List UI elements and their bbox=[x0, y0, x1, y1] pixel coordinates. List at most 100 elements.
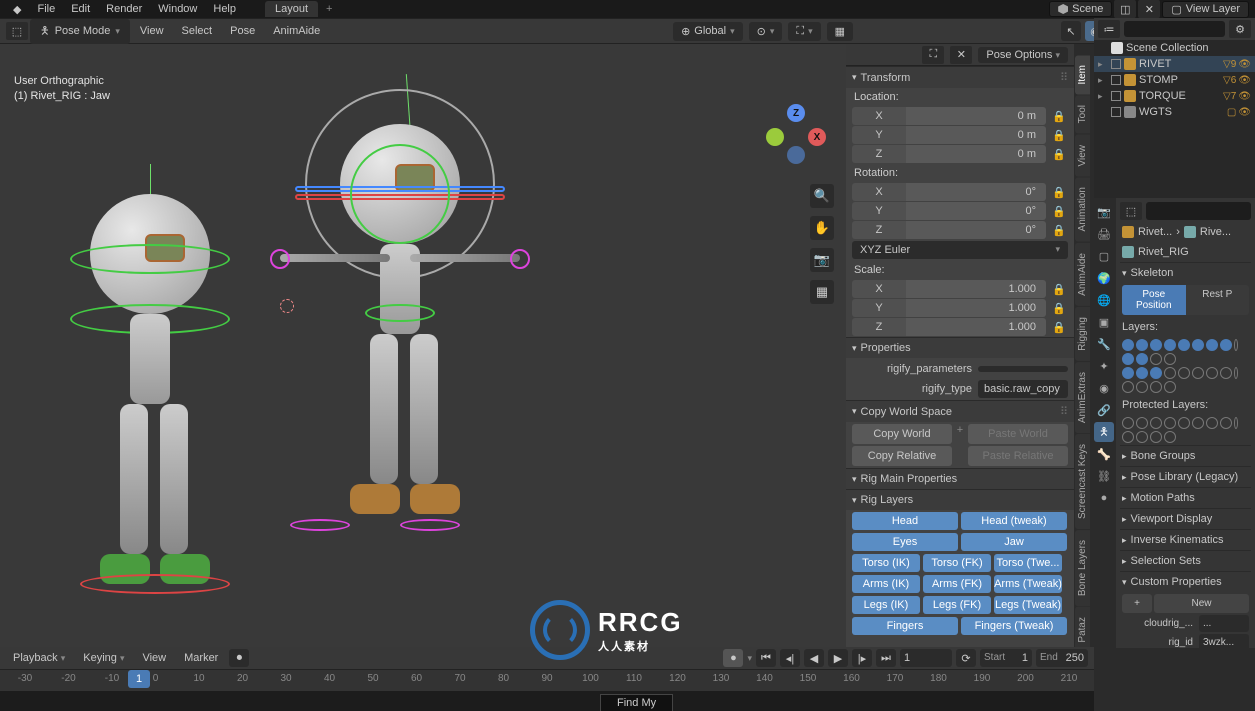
autokey-toggle[interactable]: ⏺ bbox=[229, 649, 249, 667]
selectability-toggle[interactable]: ↖ bbox=[1061, 21, 1081, 41]
drag-icon[interactable]: ⠿ bbox=[1060, 71, 1068, 84]
outliner-search-input[interactable] bbox=[1124, 21, 1225, 37]
menu-help[interactable]: Help bbox=[206, 1, 243, 17]
rig-btn-arms-tweak[interactable]: Arms (Tweak) bbox=[994, 575, 1062, 593]
rest-position-button[interactable]: Rest P bbox=[1186, 285, 1250, 315]
axis-y[interactable] bbox=[766, 128, 784, 146]
section-bone-groups[interactable]: ▸Bone Groups bbox=[1120, 445, 1251, 466]
rot-z-field[interactable]: Z bbox=[852, 221, 906, 239]
outliner-item-wgts[interactable]: WGTS▢👁 bbox=[1094, 104, 1255, 120]
protected-layers[interactable] bbox=[1122, 417, 1249, 443]
proportional-edit[interactable]: ▦ bbox=[827, 22, 853, 41]
rig-btn-legs-tweak[interactable]: Legs (Tweak) bbox=[994, 596, 1062, 614]
play-button[interactable]: ▶ bbox=[828, 649, 848, 667]
lock-icon[interactable]: 🔒 bbox=[1050, 110, 1068, 123]
exclude-icon[interactable]: ▢ bbox=[1227, 107, 1236, 118]
armature-layers-2[interactable] bbox=[1122, 367, 1249, 393]
3d-viewport[interactable]: User Orthographic (1) Rivet_RIG : Jaw Z … bbox=[0, 44, 846, 647]
outliner-type-icon[interactable]: ≔ bbox=[1098, 20, 1120, 38]
robot-rivet[interactable] bbox=[310, 124, 490, 544]
section-viewport-display[interactable]: ▸Viewport Display bbox=[1120, 508, 1251, 529]
pivot-dropdown[interactable]: ⊙▾ bbox=[749, 22, 783, 41]
lock-icon[interactable]: 🔒 bbox=[1050, 321, 1068, 334]
section-pose-library[interactable]: ▸Pose Library (Legacy) bbox=[1120, 466, 1251, 487]
timeline-view-menu[interactable]: View bbox=[135, 649, 173, 667]
tab-scene[interactable]: 🌍 bbox=[1094, 268, 1114, 288]
tab-bone[interactable]: 🦴 bbox=[1094, 444, 1114, 464]
tab-bone-constraint[interactable]: ⛓ bbox=[1094, 466, 1114, 486]
tab-material[interactable]: ● bbox=[1094, 488, 1114, 508]
rig-btn-torso-fk[interactable]: Torso (FK) bbox=[923, 554, 991, 572]
rig-btn-head-tweak[interactable]: Head (tweak) bbox=[961, 512, 1067, 530]
visibility-icon[interactable]: 👁 bbox=[1238, 91, 1251, 102]
copy-world-header[interactable]: ▾Copy World Space⠿ bbox=[846, 400, 1074, 422]
axis-neg-z[interactable] bbox=[787, 146, 805, 164]
robot-stomp[interactable] bbox=[60, 194, 240, 614]
properties-panel-header[interactable]: ▾Properties bbox=[846, 337, 1074, 358]
rig-main-header[interactable]: ▾Rig Main Properties bbox=[846, 468, 1074, 489]
timeline-track[interactable] bbox=[0, 691, 1094, 711]
jump-start-button[interactable]: ⏮ bbox=[756, 649, 776, 667]
copy-relative-button[interactable]: Copy Relative bbox=[852, 446, 952, 466]
rig-btn-fingers-tweak[interactable]: Fingers (Tweak) bbox=[961, 617, 1067, 635]
outliner-item-torque[interactable]: ▸TORQUE▽7👁 bbox=[1094, 88, 1255, 104]
section-motion-paths[interactable]: ▸Motion Paths bbox=[1120, 487, 1251, 508]
axis-gizmo[interactable]: Z X bbox=[766, 104, 826, 164]
mode-dropdown[interactable]: 🯅 Pose Mode ▾ bbox=[30, 19, 130, 44]
scene-new-button[interactable]: ◫ bbox=[1114, 0, 1136, 18]
outliner-item-rivet[interactable]: ▸RIVET▽9👁 bbox=[1094, 56, 1255, 72]
axis-z[interactable]: Z bbox=[787, 104, 805, 122]
tab-constraints[interactable]: 🔗 bbox=[1094, 400, 1114, 420]
tab-armature[interactable]: 🯅 bbox=[1094, 422, 1114, 442]
vp-menu-animaide[interactable]: AnimAide bbox=[265, 22, 328, 40]
timeline-marker-menu[interactable]: Marker bbox=[177, 649, 225, 667]
vtab-bone-layers[interactable]: Bone Layers bbox=[1075, 530, 1090, 606]
rigify-params-field[interactable] bbox=[978, 366, 1068, 372]
vtab-screencast[interactable]: Screencast Keys bbox=[1075, 434, 1090, 529]
copy-world-button[interactable]: Copy World bbox=[852, 424, 952, 444]
filter-icon[interactable]: ⛶ bbox=[922, 46, 944, 64]
vtab-item[interactable]: Item bbox=[1075, 55, 1090, 94]
find-my-popup[interactable]: Find My bbox=[600, 694, 673, 711]
rig-btn-jaw[interactable]: Jaw bbox=[961, 533, 1067, 551]
armature-layers[interactable] bbox=[1122, 339, 1249, 365]
keyframe-prev-button[interactable]: ◂| bbox=[780, 649, 800, 667]
vp-menu-select[interactable]: Select bbox=[174, 22, 221, 40]
scale-z-field[interactable]: Z bbox=[852, 318, 906, 336]
menu-edit[interactable]: Edit bbox=[64, 1, 97, 17]
vp-menu-pose[interactable]: Pose bbox=[222, 22, 263, 40]
tab-world[interactable]: 🌐 bbox=[1094, 290, 1114, 310]
tab-viewlayer[interactable]: ▢ bbox=[1094, 246, 1114, 266]
pose-options-dropdown[interactable]: Pose Options ▾ bbox=[978, 47, 1068, 63]
loc-x-field[interactable]: X bbox=[852, 107, 906, 125]
rot-x-field[interactable]: X bbox=[852, 183, 906, 201]
pan-icon[interactable]: ✋ bbox=[810, 216, 834, 240]
props-breadcrumb[interactable]: Rivet... › Rive... bbox=[1120, 222, 1251, 242]
playhead[interactable]: 1 bbox=[128, 670, 150, 688]
custom-prop-add[interactable]: + bbox=[1122, 594, 1152, 613]
blender-icon[interactable]: ◆ bbox=[6, 1, 28, 18]
rig-layers-header[interactable]: ▾Rig Layers bbox=[846, 489, 1074, 510]
section-custom-props[interactable]: ▾Custom Properties bbox=[1120, 571, 1251, 592]
vtab-pataz[interactable]: Pataz bbox=[1075, 607, 1090, 653]
rig-btn-eyes[interactable]: Eyes bbox=[852, 533, 958, 551]
armature-name-field[interactable]: Rivet_RIG bbox=[1120, 242, 1251, 262]
rig-btn-legs-ik[interactable]: Legs (IK) bbox=[852, 596, 920, 614]
tab-modifiers[interactable]: 🔧 bbox=[1094, 334, 1114, 354]
vtab-animaide[interactable]: AnimAide bbox=[1075, 243, 1090, 306]
scale-y-field[interactable]: Y bbox=[852, 299, 906, 317]
keyframe-next-button[interactable]: |▸ bbox=[852, 649, 872, 667]
scene-dropdown[interactable]: Scene bbox=[1049, 1, 1112, 17]
paste-relative-button[interactable]: Paste Relative bbox=[968, 446, 1068, 466]
axis-x[interactable]: X bbox=[808, 128, 826, 146]
tab-physics[interactable]: ◉ bbox=[1094, 378, 1114, 398]
visibility-icon[interactable]: 👁 bbox=[1238, 107, 1251, 118]
cp-cloudrig-val[interactable]: ... bbox=[1199, 615, 1249, 632]
pose-position-button[interactable]: Pose Position bbox=[1122, 285, 1186, 315]
section-selection-sets[interactable]: ▸Selection Sets bbox=[1120, 550, 1251, 571]
camera-icon[interactable]: 📷 bbox=[810, 248, 834, 272]
lock-icon[interactable]: 🔒 bbox=[1050, 224, 1068, 237]
visibility-icon[interactable]: 👁 bbox=[1238, 75, 1251, 86]
transform-panel-header[interactable]: ▾Transform⠿ bbox=[846, 66, 1074, 88]
props-type-icon[interactable]: ⬚ bbox=[1120, 202, 1142, 220]
